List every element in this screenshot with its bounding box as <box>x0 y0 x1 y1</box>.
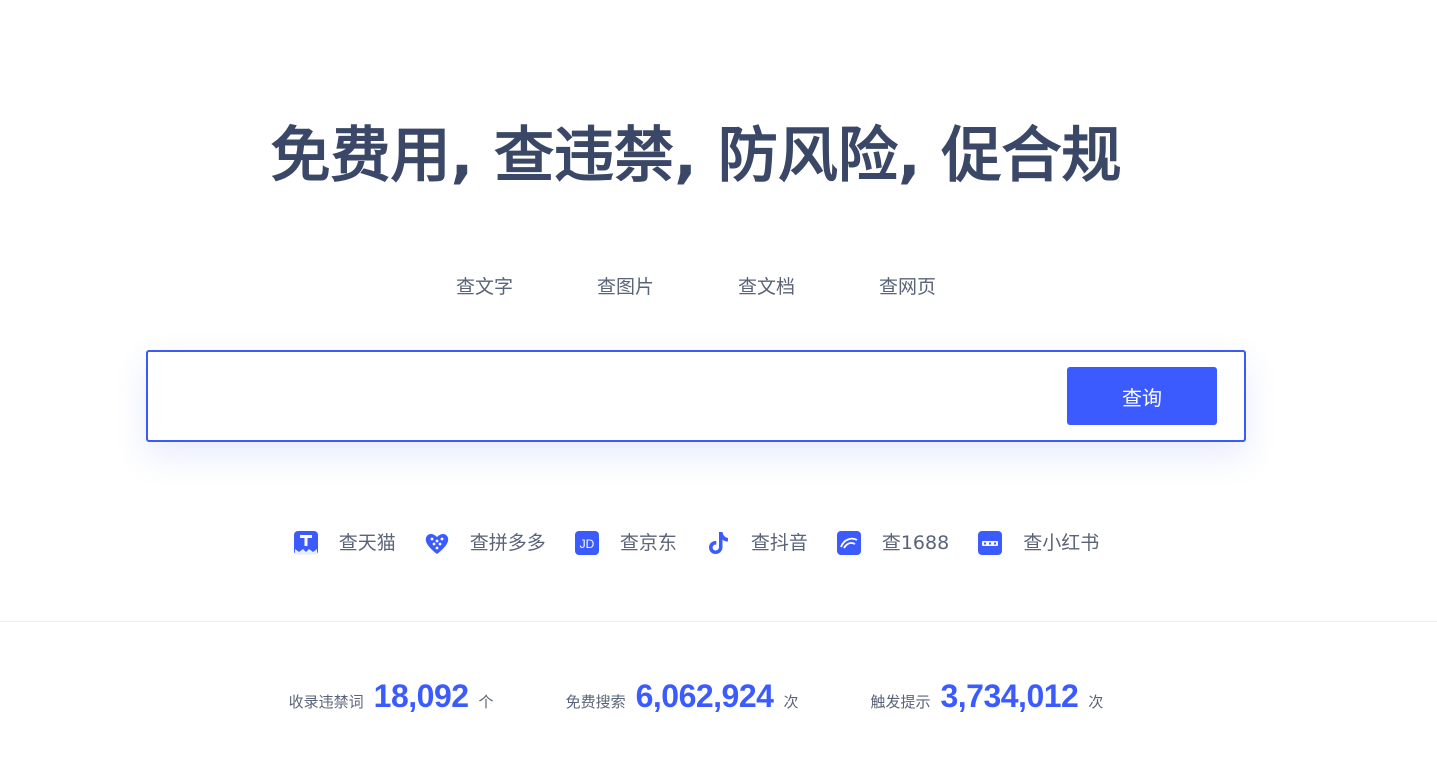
tab-check-webpage[interactable]: 查网页 <box>877 272 938 302</box>
platform-shortcuts: 查天猫 查拼多多 JD 查京东 查抖音 查1688 查小红书 <box>0 528 1392 558</box>
xiaohongshu-icon <box>977 530 1003 556</box>
tab-check-image[interactable]: 查图片 <box>595 272 656 302</box>
stat-triggered-alerts: 触发提示 3,734,012 次 <box>870 678 1103 715</box>
platform-douyin[interactable]: 查抖音 <box>705 528 808 558</box>
platform-jd[interactable]: JD 查京东 <box>574 528 677 558</box>
tmall-icon <box>293 530 319 556</box>
tab-check-document[interactable]: 查文档 <box>736 272 797 302</box>
platform-tmall[interactable]: 查天猫 <box>293 528 396 558</box>
alibaba-1688-icon <box>836 530 862 556</box>
tab-check-text[interactable]: 查文字 <box>454 272 515 302</box>
section-divider <box>0 621 1437 622</box>
platform-label: 查天猫 <box>338 532 396 554</box>
platform-label: 查京东 <box>619 532 677 554</box>
platform-1688[interactable]: 查1688 <box>836 528 949 558</box>
pinduoduo-icon <box>424 530 450 556</box>
platform-xiaohongshu[interactable]: 查小红书 <box>977 528 1099 558</box>
stat-free-searches: 免费搜索 6,062,924 次 <box>566 678 799 715</box>
stat-unit: 次 <box>1088 693 1104 711</box>
douyin-icon <box>705 530 731 556</box>
stat-label: 免费搜索 <box>565 693 626 711</box>
search-button[interactable]: 查询 <box>1067 367 1217 425</box>
stat-banned-words: 收录违禁词 18,092 个 <box>289 678 494 715</box>
svg-text:JD: JD <box>579 537 594 551</box>
page-title: 免费用, 查违禁, 防风险, 促合规 <box>270 121 1122 191</box>
search-input[interactable] <box>166 368 1050 426</box>
stats-bar: 收录违禁词 18,092 个 免费搜索 6,062,924 次 触发提示 3,7… <box>0 678 1392 715</box>
search-box: 查询 <box>146 350 1246 442</box>
platform-pinduoduo[interactable]: 查拼多多 <box>424 528 546 558</box>
stat-unit: 个 <box>478 693 494 711</box>
stat-value: 18,092 <box>373 678 469 714</box>
stat-value: 6,062,924 <box>635 678 774 714</box>
search-mode-tabs: 查文字 查图片 查文档 查网页 <box>0 272 1392 302</box>
stat-label: 收录违禁词 <box>288 693 364 711</box>
stat-value: 3,734,012 <box>940 678 1079 714</box>
platform-label: 查1688 <box>881 532 950 554</box>
stat-label: 触发提示 <box>870 693 931 711</box>
stat-unit: 次 <box>783 693 799 711</box>
platform-label: 查抖音 <box>750 532 808 554</box>
jd-icon: JD <box>574 530 600 556</box>
platform-label: 查小红书 <box>1023 532 1100 554</box>
platform-label: 查拼多多 <box>469 532 546 554</box>
